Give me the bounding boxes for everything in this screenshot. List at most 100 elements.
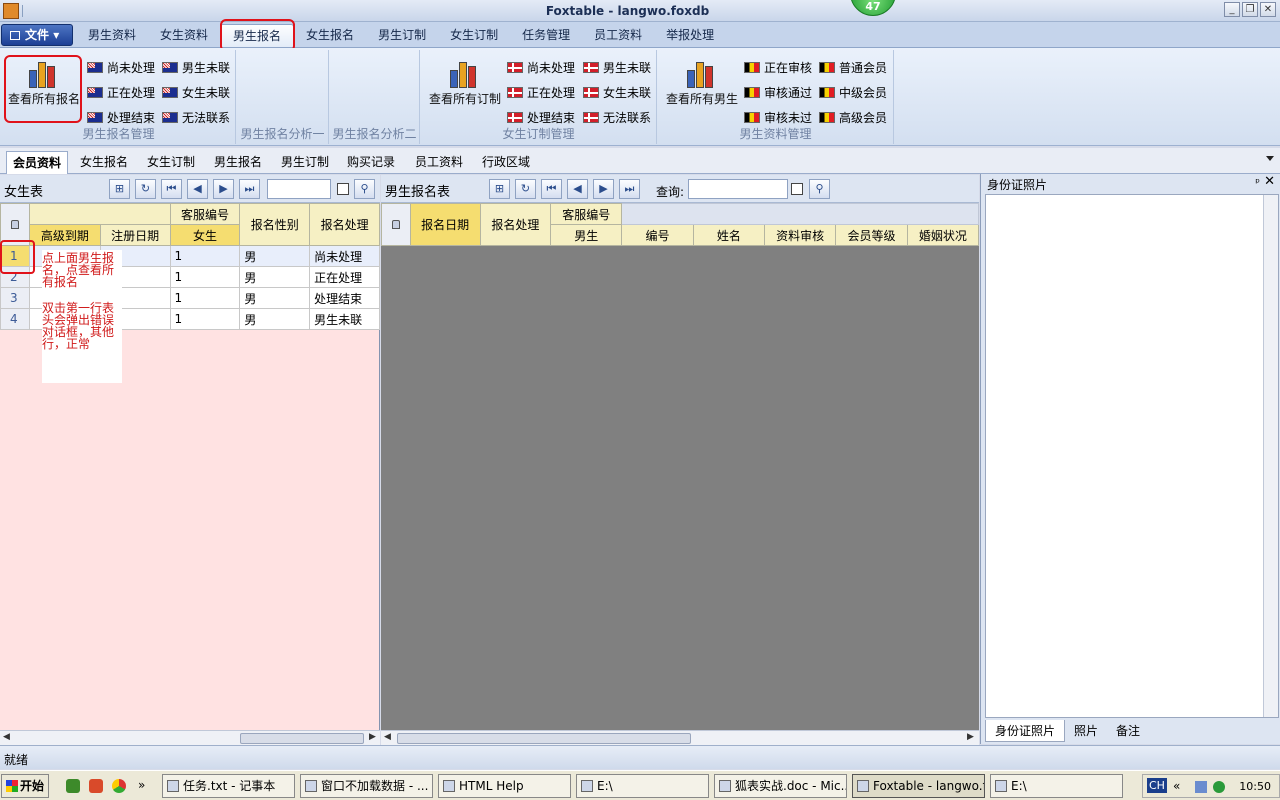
tab-male-custom[interactable]: 男生订制 (366, 24, 438, 47)
cell-status[interactable]: 正在处理 (309, 266, 380, 288)
cell-gender[interactable]: 男 (239, 308, 311, 330)
filter-processing-button[interactable]: 正在处理 (87, 84, 155, 101)
scroll-thumb[interactable] (397, 733, 691, 744)
filter-female-uncontacted-button[interactable]: 女生未联 (162, 84, 230, 101)
tab-id-photo[interactable]: 身份证照片 (985, 720, 1066, 742)
pin-icon[interactable]: ᵖ (1255, 176, 1260, 189)
cell-kefu[interactable]: 1 (169, 245, 241, 267)
mid-member-button[interactable]: 中级会员 (819, 84, 887, 101)
cell-status[interactable]: 尚未处理 (309, 245, 380, 267)
next-record-icon[interactable]: ▶ (213, 179, 234, 199)
header-premium-expiry[interactable]: 高级到期 (28, 224, 101, 246)
row-number[interactable]: 3 (0, 287, 30, 309)
header-marital[interactable]: 婚姻状况 (906, 224, 980, 246)
add-record-icon[interactable]: ⊞ (489, 179, 510, 199)
header-male[interactable]: 男生 (550, 224, 623, 246)
view-all-custom-button[interactable]: 查看所有订制 (427, 58, 503, 107)
tab-tasks[interactable]: 任务管理 (510, 24, 582, 47)
header-kefu-group[interactable]: 客服编号 (169, 203, 241, 225)
tab-male-data[interactable]: 男生资料 (76, 24, 148, 47)
task-browser[interactable]: 窗口不加载数据 - ... (300, 774, 433, 798)
doc-tab-male-custom[interactable]: 男生订制 (281, 153, 329, 170)
header-name[interactable]: 姓名 (692, 224, 766, 246)
row-number[interactable]: 4 (0, 308, 30, 330)
custom-pending-button[interactable]: 尚未处理 (507, 59, 575, 76)
tab-photo[interactable]: 照片 (1065, 720, 1107, 742)
task-foxtable[interactable]: Foxtable - langwo.f... (852, 774, 985, 798)
network-icon[interactable] (1195, 781, 1207, 793)
mid-horizontal-scrollbar[interactable]: ◀ ▶ (381, 730, 979, 745)
left-search-checkbox[interactable] (337, 183, 349, 195)
ie-quicklaunch-icon[interactable] (66, 779, 80, 793)
custom-unreachable-button[interactable]: 无法联系 (583, 109, 651, 126)
tray-expand-icon[interactable]: « (1173, 779, 1180, 793)
header-register-date[interactable]: 注册日期 (99, 224, 171, 246)
cell-gender[interactable]: 男 (239, 266, 311, 288)
task-explorer-1[interactable]: E:\ (576, 774, 709, 798)
header-signup-gender[interactable]: 报名性别 (239, 203, 311, 246)
app-quicklaunch-icon[interactable] (89, 779, 103, 793)
header-signup-status[interactable]: 报名处理 (309, 203, 380, 246)
refresh-icon[interactable]: ↻ (135, 179, 156, 199)
header-review[interactable]: 资料审核 (764, 224, 837, 246)
senior-member-button[interactable]: 高级会员 (819, 109, 887, 126)
language-indicator[interactable]: CH (1147, 778, 1167, 793)
header-signup-process[interactable]: 报名处理 (479, 203, 552, 246)
task-explorer-2[interactable]: E:\ (990, 774, 1123, 798)
tab-female-data[interactable]: 女生资料 (148, 24, 220, 47)
scroll-left-icon[interactable]: ◀ (3, 732, 10, 742)
start-button[interactable]: 开始 (1, 774, 49, 798)
view-all-males-button[interactable]: 查看所有男生 (664, 58, 740, 107)
next-record-icon[interactable]: ▶ (593, 179, 614, 199)
doc-tab-staff[interactable]: 员工资料 (415, 153, 463, 170)
close-button[interactable]: ✕ (1260, 2, 1276, 17)
filter-male-uncontacted-button[interactable]: 男生未联 (162, 59, 230, 76)
task-word[interactable]: 狐表实战.doc - Mic... (714, 774, 847, 798)
header-female[interactable]: 女生 (169, 224, 241, 246)
header-kefu-group[interactable]: 客服编号 (550, 203, 623, 225)
scroll-right-icon[interactable]: ▶ (967, 732, 974, 742)
left-horizontal-scrollbar[interactable]: ◀ ▶ (0, 730, 380, 745)
last-record-icon[interactable]: ⏭ (619, 179, 640, 199)
filter-pending-button[interactable]: 尚未处理 (87, 59, 155, 76)
tab-female-custom[interactable]: 女生订制 (438, 24, 510, 47)
doc-tab-members[interactable]: 会员资料 (6, 151, 69, 174)
doc-tab-male-signup[interactable]: 男生报名 (214, 153, 262, 170)
scroll-right-icon[interactable]: ▶ (369, 732, 376, 742)
custom-male-uncontacted-button[interactable]: 男生未联 (583, 59, 651, 76)
first-record-icon[interactable]: ⏮ (161, 179, 182, 199)
chrome-quicklaunch-icon[interactable] (112, 779, 126, 793)
regular-member-button[interactable]: 普通会员 (819, 59, 887, 76)
doc-tab-regions[interactable]: 行政区域 (482, 153, 530, 170)
custom-finished-button[interactable]: 处理结束 (507, 109, 575, 126)
header-level[interactable]: 会员等级 (835, 224, 908, 246)
prev-record-icon[interactable]: ◀ (567, 179, 588, 199)
review-failed-button[interactable]: 审核未过 (744, 109, 812, 126)
tab-staff[interactable]: 员工资料 (582, 24, 654, 47)
task-html-help[interactable]: HTML Help (438, 774, 571, 798)
binoculars-icon[interactable]: ⚲ (809, 179, 830, 199)
reviewing-button[interactable]: 正在审核 (744, 59, 812, 76)
cell-kefu[interactable]: 1 (169, 266, 241, 288)
restore-button[interactable]: ❐ (1242, 2, 1258, 17)
minimize-button[interactable]: _ (1224, 2, 1240, 17)
task-notepad[interactable]: 任务.txt - 记事本 (162, 774, 295, 798)
mid-search-input[interactable] (688, 179, 788, 199)
add-record-icon[interactable]: ⊞ (109, 179, 130, 199)
tab-notes[interactable]: 备注 (1107, 720, 1149, 742)
vertical-scrollbar[interactable] (1263, 195, 1278, 717)
cell-gender[interactable]: 男 (239, 287, 311, 309)
custom-processing-button[interactable]: 正在处理 (507, 84, 575, 101)
shield-icon[interactable] (1213, 781, 1225, 793)
binoculars-icon[interactable]: ⚲ (354, 179, 375, 199)
cell-status[interactable]: 男生未联 (309, 308, 380, 330)
tab-reports[interactable]: 举报处理 (654, 24, 726, 47)
refresh-icon[interactable]: ↻ (515, 179, 536, 199)
scroll-thumb[interactable] (240, 733, 364, 744)
header-signup-date[interactable]: 报名日期 (409, 203, 481, 246)
filter-finished-button[interactable]: 处理结束 (87, 109, 155, 126)
doc-tab-female-custom[interactable]: 女生订制 (147, 153, 195, 170)
tab-female-signup[interactable]: 女生报名 (294, 24, 366, 47)
tab-dropdown-icon[interactable] (1266, 156, 1274, 161)
filter-unreachable-button[interactable]: 无法联系 (162, 109, 230, 126)
